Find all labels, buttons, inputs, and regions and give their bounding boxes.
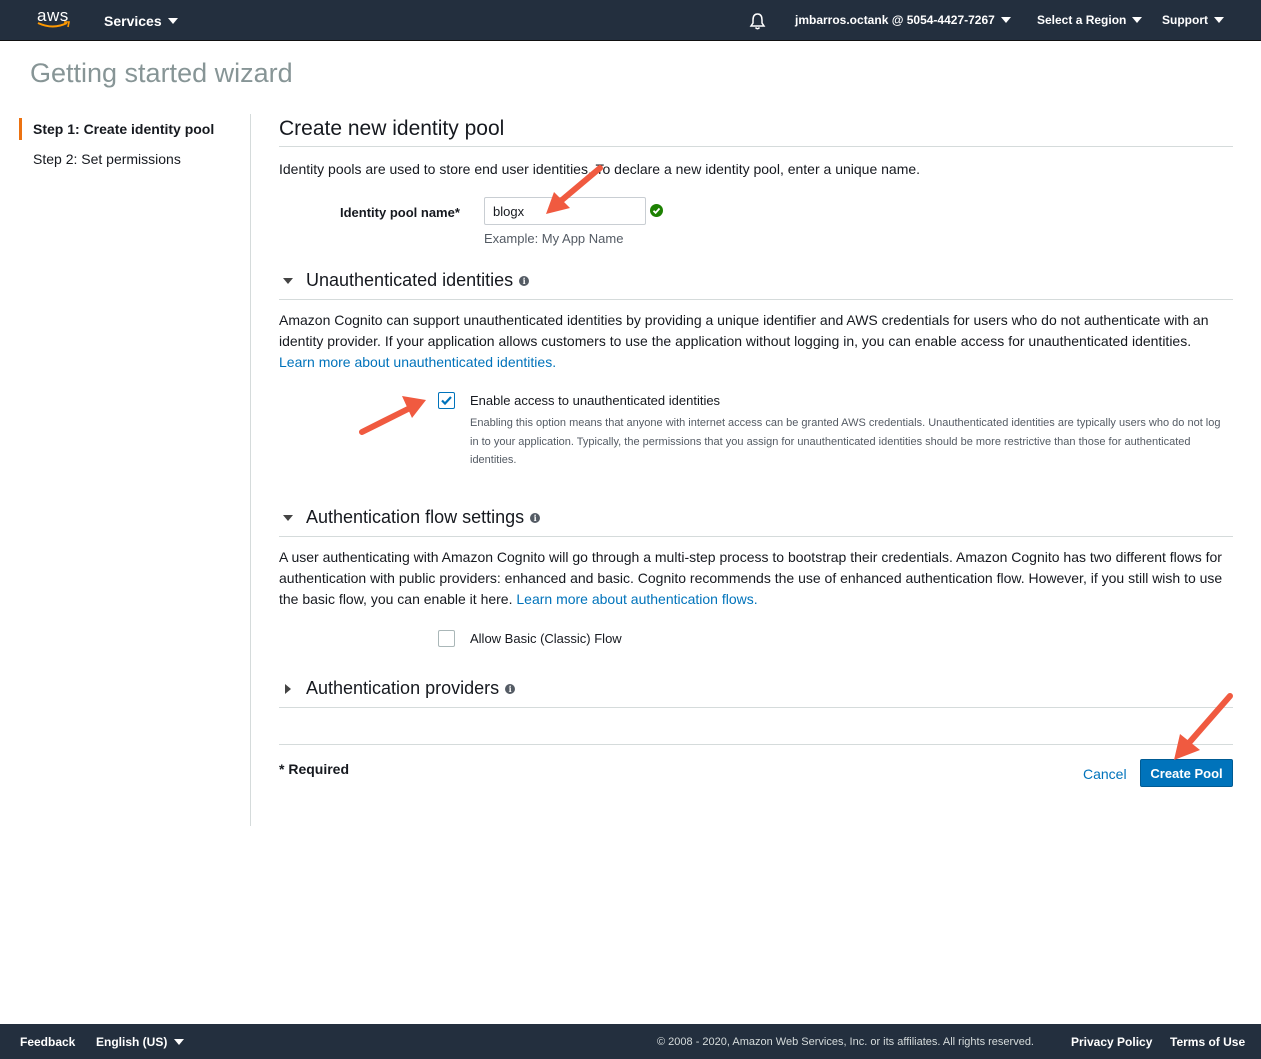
support-label: Support [1162, 13, 1208, 27]
pool-name-hint: Example: My App Name [484, 231, 624, 246]
page-title: Getting started wizard [30, 58, 293, 88]
privacy-policy-link[interactable]: Privacy Policy [1071, 1035, 1152, 1049]
chevron-down-icon [167, 18, 178, 24]
aws-logo[interactable]: aws [37, 6, 73, 34]
chevron-down-icon [1214, 17, 1224, 23]
step-set-permissions[interactable]: Step 2: Set permissions [19, 148, 249, 170]
support-menu[interactable]: Support [1162, 13, 1224, 27]
providers-section-header[interactable]: Authentication providers i [279, 674, 1233, 708]
region-label: Select a Region [1037, 13, 1127, 27]
annotation-arrow-icon [359, 396, 426, 435]
aws-smile-icon [37, 21, 70, 28]
account-label: jmbarros.octank @ 5054-4427-7267 [795, 13, 995, 27]
unauth-body: Amazon Cognito can support unauthenticat… [279, 312, 1209, 349]
pool-name-label: Identity pool name* [340, 205, 460, 220]
enable-unauth-description: Enabling this option means that anyone w… [470, 417, 1221, 466]
info-icon[interactable]: i [505, 683, 516, 694]
bell-icon[interactable] [749, 12, 766, 30]
info-icon[interactable]: i [519, 275, 530, 286]
footer: Feedback English (US) © 2008 - 2020, Ama… [0, 1024, 1261, 1059]
account-menu[interactable]: jmbarros.octank @ 5054-4427-7267 [795, 13, 1011, 27]
intro-text: Identity pools are used to store end use… [279, 161, 921, 177]
unauth-section-header[interactable]: Unauthenticated identities i [279, 266, 1233, 300]
chevron-down-icon [1132, 17, 1143, 23]
check-circle-icon [650, 204, 663, 217]
authflow-learn-more-link[interactable]: Learn more about authentication flows. [516, 591, 757, 607]
checkmark-icon [441, 396, 452, 406]
unauth-description: Amazon Cognito can support unauthenticat… [279, 310, 1233, 373]
enable-unauth-checkbox[interactable] [438, 392, 455, 409]
authflow-section-title: Authentication flow settings [306, 507, 525, 527]
authflow-section-header[interactable]: Authentication flow settings i [279, 503, 1233, 537]
language-selector[interactable]: English (US) [96, 1035, 185, 1049]
required-note: * Required [279, 761, 350, 777]
copyright-text: © 2008 - 2020, Amazon Web Services, Inc.… [657, 1036, 1034, 1048]
authflow-description: A user authenticating with Amazon Cognit… [279, 547, 1233, 610]
unauth-section-title: Unauthenticated identities [306, 270, 514, 290]
region-menu[interactable]: Select a Region [1037, 13, 1143, 27]
services-menu[interactable]: Services [104, 13, 178, 29]
info-icon[interactable]: i [530, 512, 541, 523]
language-label: English (US) [96, 1035, 168, 1049]
enable-unauth-label[interactable]: Enable access to unauthenticated identit… [470, 393, 720, 408]
wizard-steps: Step 1: Create identity pool Step 2: Set… [19, 118, 249, 178]
caret-down-icon [283, 278, 293, 284]
sidebar-divider [250, 114, 251, 826]
main-heading: Create new identity pool [279, 114, 1233, 147]
providers-section-title: Authentication providers [306, 678, 500, 698]
main-content: Create new identity pool Identity pools … [279, 114, 1233, 787]
cancel-button[interactable]: Cancel [1083, 766, 1127, 782]
top-navigation: aws Services jmbarros.octank @ 5054-4427… [0, 0, 1261, 41]
caret-down-icon [283, 515, 293, 521]
unauth-learn-more-link[interactable]: Learn more about unauthenticated identit… [279, 352, 1233, 373]
caret-right-icon [285, 684, 291, 694]
actions-divider [279, 744, 1233, 745]
create-pool-button[interactable]: Create Pool [1140, 759, 1233, 787]
services-label: Services [104, 13, 162, 29]
step-create-identity-pool[interactable]: Step 1: Create identity pool [19, 118, 249, 140]
basic-flow-checkbox[interactable] [438, 630, 455, 647]
chevron-down-icon [1000, 17, 1011, 23]
feedback-link[interactable]: Feedback [20, 1035, 75, 1049]
pool-name-input[interactable] [484, 197, 646, 225]
basic-flow-label[interactable]: Allow Basic (Classic) Flow [470, 631, 622, 646]
chevron-down-icon [174, 1039, 185, 1045]
terms-of-use-link[interactable]: Terms of Use [1170, 1035, 1245, 1049]
